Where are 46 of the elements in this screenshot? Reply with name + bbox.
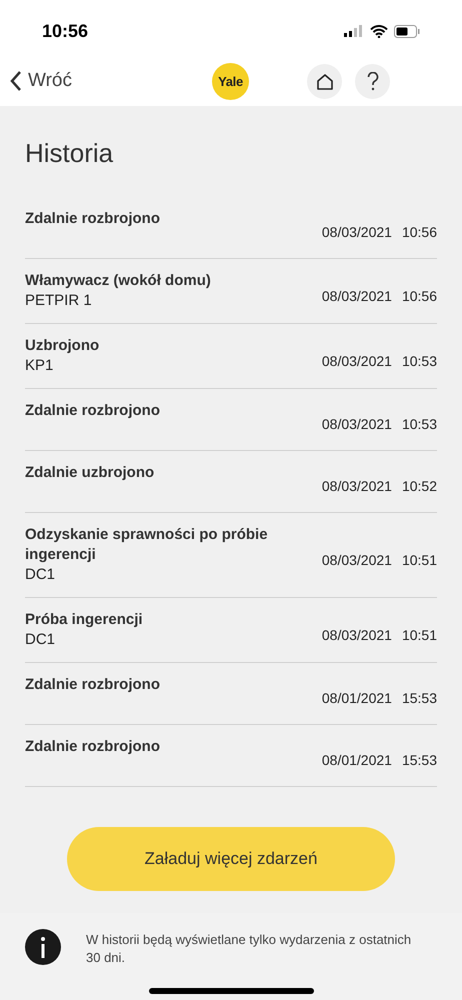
event-time: 10:53 xyxy=(402,352,437,370)
info-text: W historii będą wyświetlane tylko wydarzenia z ostatnich 30 dni. xyxy=(86,931,412,967)
event-title: Zdalnie uzbrojono xyxy=(25,463,156,483)
event-source: PETPIR 1 xyxy=(25,291,93,311)
event-time: 10:56 xyxy=(402,223,437,242)
event-time: 10:52 xyxy=(402,477,437,496)
event-title: Zdalnie rozbrojono xyxy=(25,675,161,695)
event-time: 10:51 xyxy=(402,626,437,644)
battery-icon xyxy=(394,24,420,38)
status-time: 10:56 xyxy=(42,20,88,42)
home-button[interactable] xyxy=(307,64,342,99)
event-source: KP1 xyxy=(25,356,54,376)
event-date: 08/03/2021 xyxy=(322,550,392,570)
event-date: 08/01/2021 xyxy=(322,689,392,708)
info-icon xyxy=(25,929,61,965)
back-button[interactable]: Wróć xyxy=(10,66,72,96)
logo: Yale xyxy=(212,63,249,100)
load-more-button[interactable]: Załaduj więcej zdarzeń xyxy=(67,827,395,891)
event-date: 08/03/2021 xyxy=(322,626,392,644)
event-date: 08/03/2021 xyxy=(322,223,392,242)
event-title: Uzbrojono xyxy=(25,336,100,356)
event-title: Zdalnie rozbrojono xyxy=(25,401,161,421)
event-source: DC1 xyxy=(25,565,56,585)
event-time: 10:56 xyxy=(402,286,437,306)
event-title: Odzyskanie sprawności po próbie ingerencji xyxy=(25,525,269,565)
page-title: Historia xyxy=(25,137,114,170)
event-date: 08/03/2021 xyxy=(322,286,392,306)
wifi-icon xyxy=(370,24,388,38)
event-time: 15:53 xyxy=(402,751,437,770)
event-title: Włamywacz (wokół domu) xyxy=(25,271,212,291)
event-date: 08/01/2021 xyxy=(322,751,392,770)
event-date: 08/03/2021 xyxy=(322,477,392,496)
event-title: Zdalnie rozbrojono xyxy=(25,209,161,229)
event-time: 10:51 xyxy=(402,550,437,570)
help-button[interactable] xyxy=(355,64,390,99)
event-title: Zdalnie rozbrojono xyxy=(25,737,161,757)
event-date: 08/03/2021 xyxy=(322,352,392,370)
event-title: Próba ingerencji xyxy=(25,610,144,630)
home-icon xyxy=(316,72,334,90)
event-time: 10:53 xyxy=(402,415,437,434)
question-icon xyxy=(366,72,378,91)
event-source: DC1 xyxy=(25,630,56,650)
signal-icon xyxy=(344,25,364,37)
chevron-left-icon xyxy=(10,70,22,92)
event-time: 15:53 xyxy=(402,689,437,708)
event-date: 08/03/2021 xyxy=(322,415,392,434)
